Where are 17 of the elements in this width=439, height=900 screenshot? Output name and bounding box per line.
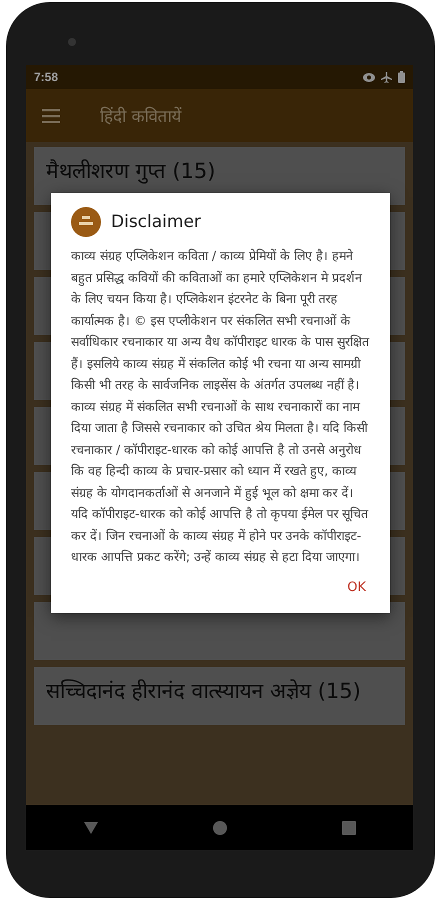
status-time: 7:58: [34, 70, 58, 84]
battery-icon: [398, 71, 405, 83]
home-icon[interactable]: [212, 820, 226, 834]
eye-icon: [363, 72, 375, 82]
poet-card[interactable]: सच्चिदानंद हीरानंद वात्स्यायन अज्ञेय (15): [34, 667, 405, 725]
recents-icon[interactable]: [342, 820, 356, 834]
menu-icon[interactable]: [42, 108, 60, 122]
dialog-title: Disclaimer: [111, 212, 201, 232]
ok-button[interactable]: OK: [339, 574, 374, 600]
poet-name: मैथलीशरण गुप्त (15): [46, 159, 216, 183]
logo-icon: [71, 207, 101, 237]
app-title: हिंदी कवितायें: [100, 106, 182, 127]
airplane-icon: [381, 72, 392, 82]
disclaimer-text: काव्य संग्रह एप्लिकेशन कविता / काव्य प्रेमियों के लिए है। हमने बहुत प्रसिद्ध कवियों की कविताओं का हमारे एप्लिकेशन मे प्रदर्शन के लिए चयन किया है। एप्लिकेशन इंटरनेट के बिना पूरी तरह कार्यात्मक है। © इस एप्लीकेशन पर संकलित सभी रचनाओं के सर्वाधिकार रचनाकार या अन्य वैध कॉपीराइट धारक के पास सुरक्षित हैं। इसलिये काव्य संग्रह में संकलित कोई भी रचना या अन्य सामग्री किसी भी तरह के सार्वजनिक लाइसेंस के अंतर्गत उपलब्ध नहीं है। काव्य संग्रह में संकलित सभी रचनाओं के साथ रचनाकारों का नाम दिया जाता है जिससे रचनाकार को उचित श्रेय मिलता है। यदि किसी रचनाकार / कॉपीराइट-धारक को कोई आपत्ति है तो उनसे अनुरोध कि वह हिन्दी काव्य के प्रचार-प्रसार को ध्यान में रखते हुए, काव्य संग्रह के योगदानकर्ताओं से अनजाने में हुई भूल को क्षमा कर दें। यदि कॉपीराइट-धारक को कोई आपत्ति है तो कृपया ईमेल पर सूचित कर दें। जिन रचनाओं के काव्य संग्रह में होने पर उनके कॉपीराइट-धारक आपत्ति प्रकट करेंगे; उन्हें काव्य संग्रह से हटा दिया जाएगा।: [71, 247, 370, 566]
back-icon[interactable]: [84, 822, 98, 834]
poet-name: सच्चिदानंद हीरानंद वात्स्यायन अज्ञेय (15): [46, 679, 361, 703]
camera-icon: [68, 38, 76, 46]
